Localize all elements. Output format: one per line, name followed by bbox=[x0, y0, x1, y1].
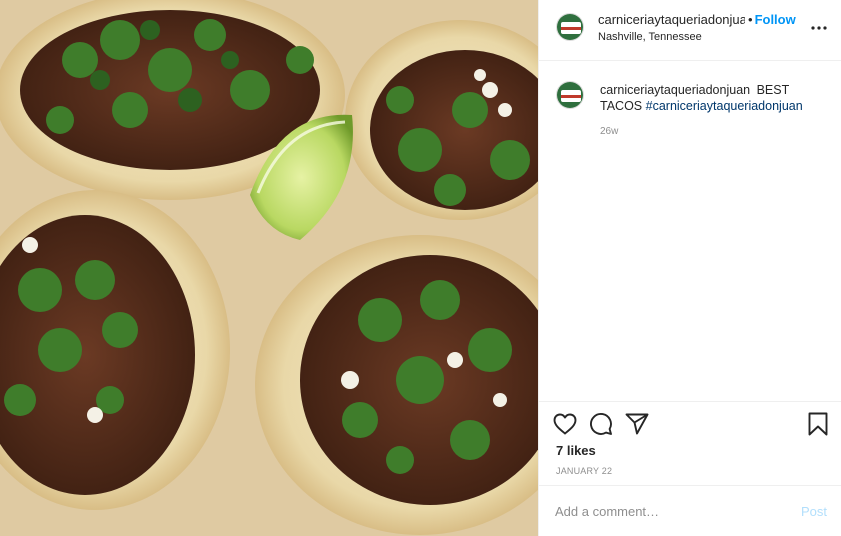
caption-hashtag[interactable]: #carniceriaytaqueriadonjuan bbox=[646, 99, 803, 113]
post-side-panel: carniceriaytaqueriadonjua• Follow Nashvil… bbox=[538, 0, 841, 536]
comment-icon bbox=[590, 413, 612, 435]
add-comment-section: Post bbox=[539, 485, 841, 536]
avatar[interactable] bbox=[556, 13, 584, 41]
more-horizontal-icon bbox=[811, 26, 827, 30]
tacos-image bbox=[0, 0, 538, 536]
caption-time-ago[interactable]: 26w bbox=[600, 126, 618, 137]
share-icon bbox=[625, 413, 649, 435]
comment-input[interactable] bbox=[555, 500, 775, 522]
comments-section: carniceriaytaqueriadonjuan BEST TACOS #c… bbox=[539, 61, 841, 401]
heart-icon bbox=[553, 413, 577, 435]
post-photo[interactable] bbox=[0, 0, 538, 536]
save-button[interactable] bbox=[805, 411, 831, 437]
share-button[interactable] bbox=[624, 411, 650, 437]
header-username[interactable]: carniceriaytaqueriadonjua bbox=[598, 12, 745, 27]
post-header: carniceriaytaqueriadonjua• Follow Nashvil… bbox=[539, 0, 841, 61]
bookmark-icon bbox=[808, 412, 828, 436]
post-caption: carniceriaytaqueriadonjuan BEST TACOS #c… bbox=[600, 82, 825, 114]
caption-avatar[interactable] bbox=[556, 81, 584, 109]
instagram-post: carniceriaytaqueriadonjua• Follow Nashvil… bbox=[0, 0, 841, 536]
post-actions: 7 likes JANUARY 22 bbox=[539, 401, 841, 485]
follow-separator: • bbox=[748, 12, 753, 27]
location-link[interactable]: Nashville, Tennessee bbox=[598, 31, 702, 43]
more-options-button[interactable] bbox=[808, 18, 830, 38]
likes-count[interactable]: 7 likes bbox=[556, 443, 596, 458]
avatar-image bbox=[557, 14, 583, 40]
like-button[interactable] bbox=[552, 411, 578, 437]
post-date[interactable]: JANUARY 22 bbox=[556, 466, 612, 476]
avatar-image bbox=[557, 82, 583, 108]
header-user-row: carniceriaytaqueriadonjua• Follow bbox=[598, 12, 808, 30]
follow-button[interactable]: Follow bbox=[755, 12, 796, 27]
post-comment-button[interactable]: Post bbox=[801, 504, 827, 519]
comment-button[interactable] bbox=[588, 411, 614, 437]
caption-username[interactable]: carniceriaytaqueriadonjuan bbox=[600, 83, 750, 97]
